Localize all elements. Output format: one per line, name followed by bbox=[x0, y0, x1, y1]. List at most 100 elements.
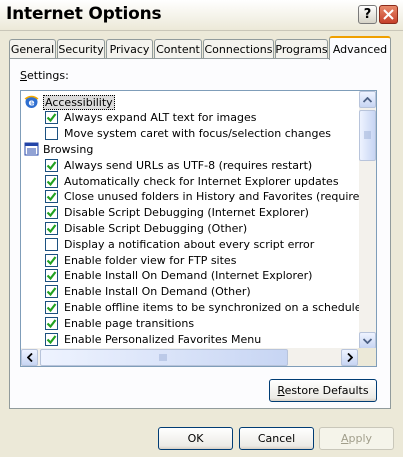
scroll-right-button[interactable] bbox=[341, 349, 358, 366]
checked-checkbox[interactable] bbox=[45, 190, 58, 204]
checked-checkbox[interactable] bbox=[45, 174, 58, 188]
tab-label: Programs bbox=[275, 42, 328, 56]
checkmark-icon bbox=[46, 208, 57, 218]
checked-checkbox[interactable] bbox=[45, 253, 58, 267]
tab-connections[interactable]: Connections bbox=[203, 39, 274, 58]
chevron-left-icon bbox=[26, 353, 33, 362]
setting-label: Enable Install On Demand (Other) bbox=[64, 285, 251, 299]
apply-button[interactable]: Apply bbox=[319, 427, 394, 450]
vertical-scrollbar[interactable] bbox=[359, 91, 376, 349]
tab-label: Advanced bbox=[332, 42, 388, 56]
restore-defaults-label: Restore Defaults bbox=[277, 384, 369, 397]
ok-button[interactable]: OK bbox=[158, 427, 233, 450]
tab-advanced[interactable]: Advanced bbox=[329, 36, 391, 60]
checked-checkbox[interactable] bbox=[45, 300, 58, 314]
setting-label: Enable Personalized Favorites Menu bbox=[64, 332, 262, 346]
setting-item[interactable]: Disable Script Debugging (Internet Explo… bbox=[45, 205, 309, 221]
accessibility-icon: e bbox=[24, 95, 39, 109]
close-icon bbox=[383, 9, 394, 20]
vertical-scroll-thumb[interactable] bbox=[359, 110, 376, 161]
checkmark-icon bbox=[46, 113, 57, 123]
setting-item[interactable]: Move system caret with focus/selection c… bbox=[45, 126, 331, 142]
close-button[interactable] bbox=[379, 5, 398, 24]
chevron-up-icon bbox=[363, 96, 372, 103]
scroll-up-button[interactable] bbox=[359, 91, 376, 108]
unchecked-checkbox[interactable] bbox=[45, 237, 58, 251]
chevron-right-icon bbox=[346, 353, 353, 362]
tab-content[interactable]: Content bbox=[154, 39, 202, 58]
checked-checkbox[interactable] bbox=[45, 316, 58, 330]
checkmark-icon bbox=[46, 319, 57, 328]
setting-label: Move system caret with focus/selection c… bbox=[64, 127, 331, 141]
setting-item[interactable]: Disable Script Debugging (Other) bbox=[45, 220, 247, 236]
apply-label: Apply bbox=[340, 432, 373, 445]
setting-label: Automatically check for Internet Explore… bbox=[64, 174, 339, 188]
checked-checkbox[interactable] bbox=[45, 206, 58, 220]
category-label: Accessibility bbox=[43, 94, 115, 110]
cancel-button[interactable]: Cancel bbox=[239, 427, 314, 450]
scroll-down-button[interactable] bbox=[359, 332, 376, 349]
setting-label: Disable Script Debugging (Other) bbox=[64, 221, 248, 235]
setting-item[interactable]: Enable Install On Demand (Internet Explo… bbox=[45, 268, 312, 284]
settings-tree[interactable]: e Accessibility Always expand ALT text for… bbox=[20, 90, 377, 367]
setting-item[interactable]: Display a notification about every scrip… bbox=[45, 236, 314, 252]
title-bar[interactable]: Internet Options ? bbox=[0, 0, 403, 31]
tab-label: Security bbox=[58, 42, 104, 56]
svg-text:e: e bbox=[28, 99, 34, 109]
setting-item[interactable]: Always send URLs as UTF-8 (requires rest… bbox=[45, 157, 312, 173]
checked-checkbox[interactable] bbox=[45, 158, 58, 172]
setting-label: Close unused folders in History and Favo… bbox=[64, 190, 377, 204]
tab-label: Privacy bbox=[109, 42, 150, 56]
setting-label: Enable offline items to be synchronized … bbox=[64, 300, 362, 314]
setting-label: Always send URLs as UTF-8 (requires rest… bbox=[64, 158, 313, 172]
horizontal-scrollbar[interactable] bbox=[21, 348, 359, 366]
window-title: Internet Options bbox=[6, 4, 162, 24]
setting-item[interactable]: Enable Install On Demand (Other) bbox=[45, 284, 251, 300]
checkmark-icon bbox=[46, 192, 57, 202]
tab-privacy[interactable]: Privacy bbox=[106, 39, 153, 58]
setting-label: Enable page transitions bbox=[64, 316, 195, 330]
unchecked-checkbox[interactable] bbox=[45, 127, 58, 141]
category-browsing[interactable]: Browsing bbox=[24, 141, 93, 157]
scrollbar-corner bbox=[358, 348, 376, 366]
checked-checkbox[interactable] bbox=[45, 221, 58, 235]
setting-item[interactable]: Enable folder view for FTP sites bbox=[45, 252, 236, 268]
setting-item[interactable]: Enable page transitions bbox=[45, 315, 194, 331]
setting-label: Display a notification about every scrip… bbox=[64, 237, 315, 251]
setting-item[interactable]: Enable offline items to be synchronized … bbox=[45, 299, 362, 315]
browsing-icon bbox=[24, 142, 39, 156]
settings-label: Settings: bbox=[20, 69, 69, 82]
restore-defaults-button[interactable]: Restore Defaults bbox=[269, 379, 377, 402]
grip-icon bbox=[364, 131, 371, 139]
category-accessibility[interactable]: e Accessibility bbox=[24, 94, 115, 110]
checked-checkbox[interactable] bbox=[45, 111, 58, 125]
category-label: Browsing bbox=[43, 142, 94, 156]
cancel-label: Cancel bbox=[257, 432, 296, 445]
setting-label: Enable Install On Demand (Internet Explo… bbox=[64, 269, 313, 283]
checkmark-icon bbox=[46, 255, 57, 265]
setting-item[interactable]: Enable Personalized Favorites Menu bbox=[45, 331, 261, 347]
checkmark-icon bbox=[46, 161, 57, 170]
setting-item[interactable]: Always expand ALT text for images bbox=[45, 110, 257, 126]
help-button[interactable]: ? bbox=[358, 5, 377, 24]
checkmark-icon bbox=[46, 303, 57, 313]
checked-checkbox[interactable] bbox=[45, 269, 58, 283]
setting-label: Disable Script Debugging (Internet Explo… bbox=[64, 206, 309, 220]
setting-label: Always expand ALT text for images bbox=[64, 111, 257, 125]
chevron-down-icon bbox=[363, 337, 372, 344]
checkmark-icon bbox=[46, 287, 57, 297]
setting-label: Enable folder view for FTP sites bbox=[64, 253, 237, 267]
checked-checkbox[interactable] bbox=[45, 285, 58, 299]
horizontal-scroll-thumb[interactable] bbox=[40, 349, 288, 366]
setting-item[interactable]: Close unused folders in History and Favo… bbox=[45, 189, 377, 205]
ok-label: OK bbox=[187, 432, 204, 445]
scroll-left-button[interactable] bbox=[21, 349, 38, 366]
setting-item[interactable]: Automatically check for Internet Explore… bbox=[45, 173, 339, 189]
tab-label: Connections bbox=[204, 42, 273, 56]
grip-icon bbox=[159, 354, 167, 361]
checked-checkbox[interactable] bbox=[45, 332, 58, 346]
tab-general[interactable]: General bbox=[9, 39, 56, 58]
checkmark-icon bbox=[46, 334, 57, 344]
tab-security[interactable]: Security bbox=[57, 39, 105, 58]
tab-programs[interactable]: Programs bbox=[275, 39, 328, 58]
